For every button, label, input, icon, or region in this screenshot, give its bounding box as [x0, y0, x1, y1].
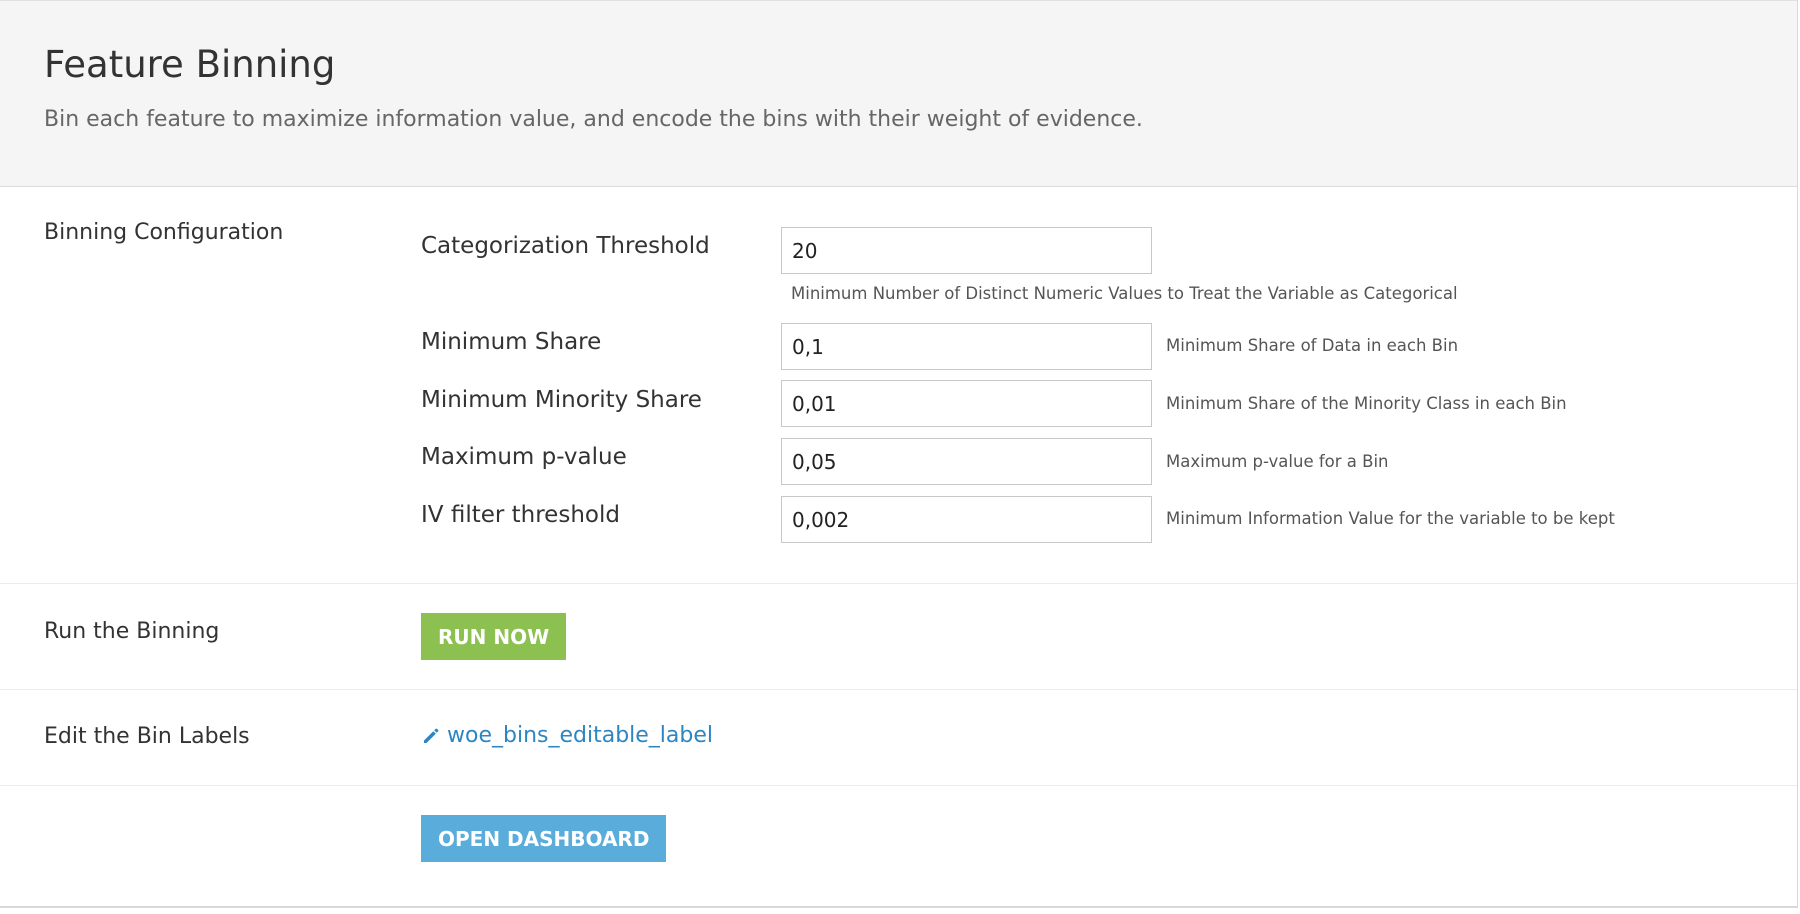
categorization-threshold-label: Categorization Threshold — [421, 233, 710, 259]
section-divider — [0, 785, 1797, 786]
section-divider — [0, 689, 1797, 690]
page-subtitle: Bin each feature to maximize information… — [44, 107, 1143, 132]
recipe-panel: Feature Binning Bin each feature to maxi… — [0, 0, 1798, 908]
minimum-share-help: Minimum Share of Data in each Bin — [1166, 336, 1459, 355]
page-header: Feature Binning Bin each feature to maxi… — [0, 0, 1797, 187]
section-label-edit-bin-labels: Edit the Bin Labels — [44, 724, 250, 749]
open-dashboard-button[interactable]: OPEN DASHBOARD — [421, 815, 667, 862]
page-frame: Feature Binning Bin each feature to maxi… — [0, 0, 1800, 914]
minimum-minority-share-label: Minimum Minority Share — [421, 387, 702, 413]
categorization-threshold-help: Minimum Number of Distinct Numeric Value… — [791, 284, 1458, 303]
section-label-binning-configuration: Binning Configuration — [44, 220, 284, 245]
maximum-p-value-label: Maximum p-value — [421, 444, 627, 470]
minimum-minority-share-input[interactable] — [781, 380, 1152, 427]
run-now-button[interactable]: RUN NOW — [421, 613, 567, 660]
page-title: Feature Binning — [44, 43, 336, 86]
iv-filter-threshold-input[interactable] — [781, 496, 1152, 543]
section-divider — [0, 583, 1797, 584]
iv-filter-threshold-label: IV filter threshold — [421, 502, 620, 528]
iv-filter-threshold-help: Minimum Information Value for the variab… — [1166, 509, 1615, 528]
pencil-icon — [421, 726, 441, 746]
woe-bins-link-label: woe_bins_editable_label — [447, 723, 714, 748]
minimum-minority-share-help: Minimum Share of the Minority Class in e… — [1166, 394, 1567, 413]
maximum-p-value-help: Maximum p-value for a Bin — [1166, 452, 1389, 471]
categorization-threshold-input[interactable] — [781, 227, 1152, 274]
woe-bins-editable-label-link[interactable]: woe_bins_editable_label — [421, 723, 713, 748]
minimum-share-input[interactable] — [781, 323, 1152, 370]
minimum-share-label: Minimum Share — [421, 329, 602, 355]
maximum-p-value-input[interactable] — [781, 438, 1152, 485]
section-label-run-binning: Run the Binning — [44, 619, 220, 644]
